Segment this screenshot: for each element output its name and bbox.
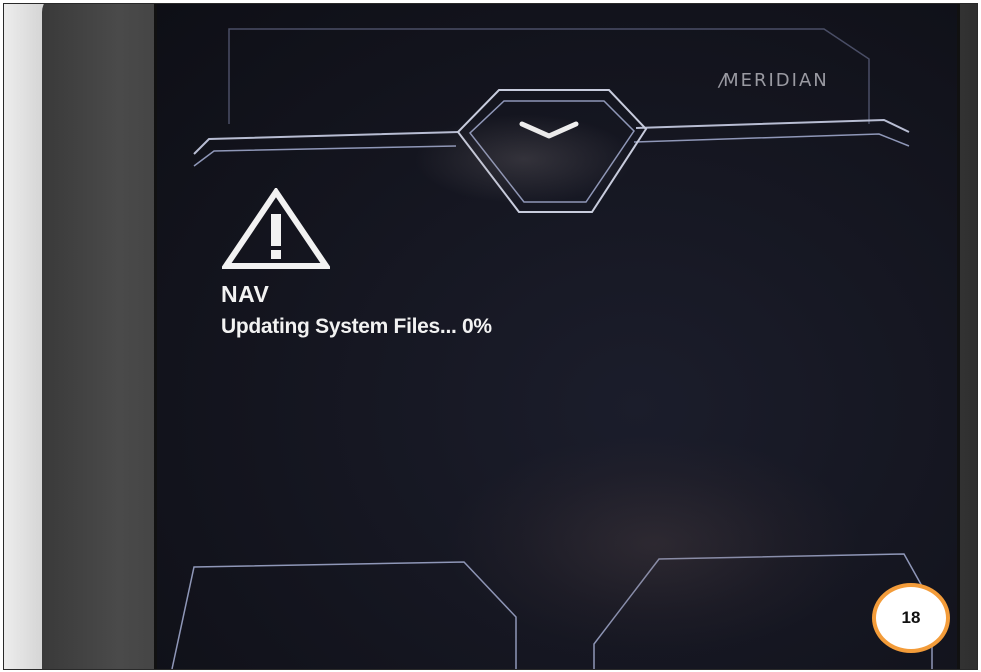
divider-right-outer [635,118,910,133]
hexagon-button-outer [456,89,648,213]
brand-logo: /MERIDIAN [719,70,829,91]
page-number: 18 [901,608,921,627]
softkey-left-outline [171,561,517,669]
page-number-badge: 18 [872,583,950,653]
brand-name: MERIDIAN [723,70,829,91]
warning-triangle-icon [222,188,330,269]
photo-frame: /MERIDIAN NAV Updating System Files... 0… [3,3,978,670]
divider-right-inner [633,133,910,147]
chevron-down-icon[interactable] [519,121,579,139]
divider-left-inner [193,145,457,167]
update-status-message: Updating System Files... 0% [221,315,492,338]
notice-title: NAV [221,281,270,307]
